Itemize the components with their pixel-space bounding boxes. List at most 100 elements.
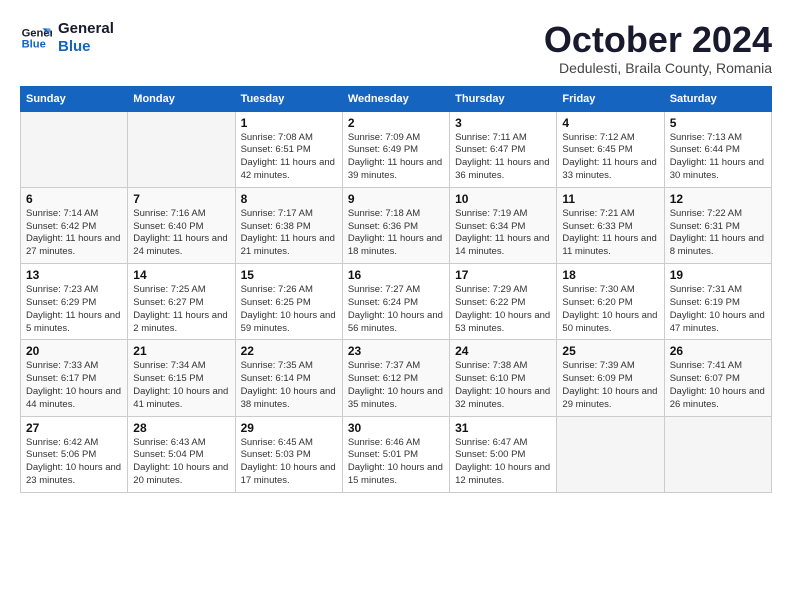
day-info: Sunrise: 7:22 AMSunset: 6:31 PMDaylight:… <box>670 208 766 259</box>
day-number: 17 <box>455 268 551 282</box>
day-info: Sunrise: 7:19 AMSunset: 6:34 PMDaylight:… <box>455 208 551 259</box>
day-cell: 3 Sunrise: 7:11 AMSunset: 6:47 PMDaylight… <box>450 111 557 187</box>
day-info: Sunrise: 7:11 AMSunset: 6:47 PMDaylight:… <box>455 132 551 183</box>
day-number: 28 <box>133 421 229 435</box>
day-info: Sunrise: 7:17 AMSunset: 6:38 PMDaylight:… <box>241 208 337 259</box>
day-info: Sunrise: 7:16 AMSunset: 6:40 PMDaylight:… <box>133 208 229 259</box>
day-number: 15 <box>241 268 337 282</box>
day-number: 13 <box>26 268 122 282</box>
header-friday: Friday <box>557 86 664 111</box>
day-number: 7 <box>133 192 229 206</box>
day-info: Sunrise: 7:41 AMSunset: 6:07 PMDaylight:… <box>670 360 766 411</box>
day-cell: 15 Sunrise: 7:26 AMSunset: 6:25 PMDayligh… <box>235 264 342 340</box>
day-info: Sunrise: 7:13 AMSunset: 6:44 PMDaylight:… <box>670 132 766 183</box>
day-cell: 28 Sunrise: 6:43 AMSunset: 5:04 PMDayligh… <box>128 416 235 492</box>
day-cell: 19 Sunrise: 7:31 AMSunset: 6:19 PMDayligh… <box>664 264 771 340</box>
day-number: 22 <box>241 344 337 358</box>
day-number: 2 <box>348 116 444 130</box>
day-number: 30 <box>348 421 444 435</box>
header-sunday: Sunday <box>21 86 128 111</box>
calendar-table: SundayMondayTuesdayWednesdayThursdayFrid… <box>20 86 772 493</box>
day-number: 10 <box>455 192 551 206</box>
day-info: Sunrise: 7:39 AMSunset: 6:09 PMDaylight:… <box>562 360 658 411</box>
title-block: October 2024 Dedulesti, Braila County, R… <box>544 20 772 76</box>
day-info: Sunrise: 7:37 AMSunset: 6:12 PMDaylight:… <box>348 360 444 411</box>
day-number: 20 <box>26 344 122 358</box>
week-row-5: 27 Sunrise: 6:42 AMSunset: 5:06 PMDayligh… <box>21 416 772 492</box>
day-cell: 17 Sunrise: 7:29 AMSunset: 6:22 PMDayligh… <box>450 264 557 340</box>
day-info: Sunrise: 7:26 AMSunset: 6:25 PMDaylight:… <box>241 284 337 335</box>
day-info: Sunrise: 7:08 AMSunset: 6:51 PMDaylight:… <box>241 132 337 183</box>
day-number: 3 <box>455 116 551 130</box>
day-cell <box>21 111 128 187</box>
day-info: Sunrise: 7:18 AMSunset: 6:36 PMDaylight:… <box>348 208 444 259</box>
day-info: Sunrise: 7:25 AMSunset: 6:27 PMDaylight:… <box>133 284 229 335</box>
day-cell: 20 Sunrise: 7:33 AMSunset: 6:17 PMDayligh… <box>21 340 128 416</box>
day-cell: 1 Sunrise: 7:08 AMSunset: 6:51 PMDaylight… <box>235 111 342 187</box>
day-info: Sunrise: 6:47 AMSunset: 5:00 PMDaylight:… <box>455 437 551 488</box>
day-info: Sunrise: 7:21 AMSunset: 6:33 PMDaylight:… <box>562 208 658 259</box>
day-number: 21 <box>133 344 229 358</box>
header-monday: Monday <box>128 86 235 111</box>
day-cell: 11 Sunrise: 7:21 AMSunset: 6:33 PMDayligh… <box>557 187 664 263</box>
logo: General Blue General Blue <box>20 20 114 56</box>
day-number: 27 <box>26 421 122 435</box>
day-number: 24 <box>455 344 551 358</box>
day-cell: 9 Sunrise: 7:18 AMSunset: 6:36 PMDaylight… <box>342 187 449 263</box>
day-number: 5 <box>670 116 766 130</box>
day-number: 6 <box>26 192 122 206</box>
day-info: Sunrise: 7:29 AMSunset: 6:22 PMDaylight:… <box>455 284 551 335</box>
header-wednesday: Wednesday <box>342 86 449 111</box>
day-cell <box>557 416 664 492</box>
day-cell: 22 Sunrise: 7:35 AMSunset: 6:14 PMDayligh… <box>235 340 342 416</box>
day-info: Sunrise: 7:31 AMSunset: 6:19 PMDaylight:… <box>670 284 766 335</box>
day-cell <box>128 111 235 187</box>
day-info: Sunrise: 6:43 AMSunset: 5:04 PMDaylight:… <box>133 437 229 488</box>
day-cell: 27 Sunrise: 6:42 AMSunset: 5:06 PMDayligh… <box>21 416 128 492</box>
day-number: 14 <box>133 268 229 282</box>
day-number: 8 <box>241 192 337 206</box>
day-cell: 12 Sunrise: 7:22 AMSunset: 6:31 PMDayligh… <box>664 187 771 263</box>
day-number: 18 <box>562 268 658 282</box>
day-cell: 4 Sunrise: 7:12 AMSunset: 6:45 PMDaylight… <box>557 111 664 187</box>
location: Dedulesti, Braila County, Romania <box>544 60 772 76</box>
day-info: Sunrise: 6:42 AMSunset: 5:06 PMDaylight:… <box>26 437 122 488</box>
day-info: Sunrise: 7:33 AMSunset: 6:17 PMDaylight:… <box>26 360 122 411</box>
day-cell: 14 Sunrise: 7:25 AMSunset: 6:27 PMDayligh… <box>128 264 235 340</box>
day-info: Sunrise: 7:23 AMSunset: 6:29 PMDaylight:… <box>26 284 122 335</box>
day-cell: 8 Sunrise: 7:17 AMSunset: 6:38 PMDaylight… <box>235 187 342 263</box>
day-number: 26 <box>670 344 766 358</box>
day-info: Sunrise: 7:38 AMSunset: 6:10 PMDaylight:… <box>455 360 551 411</box>
day-cell: 23 Sunrise: 7:37 AMSunset: 6:12 PMDayligh… <box>342 340 449 416</box>
day-info: Sunrise: 7:35 AMSunset: 6:14 PMDaylight:… <box>241 360 337 411</box>
day-cell: 25 Sunrise: 7:39 AMSunset: 6:09 PMDayligh… <box>557 340 664 416</box>
day-cell: 18Sunrise: 7:30 AMSunset: 6:20 PMDayligh… <box>557 264 664 340</box>
logo-line2: Blue <box>58 38 114 56</box>
week-row-3: 13 Sunrise: 7:23 AMSunset: 6:29 PMDayligh… <box>21 264 772 340</box>
day-number: 25 <box>562 344 658 358</box>
day-number: 23 <box>348 344 444 358</box>
day-number: 11 <box>562 192 658 206</box>
day-info: Sunrise: 7:09 AMSunset: 6:49 PMDaylight:… <box>348 132 444 183</box>
day-number: 9 <box>348 192 444 206</box>
week-row-1: 1 Sunrise: 7:08 AMSunset: 6:51 PMDaylight… <box>21 111 772 187</box>
day-cell: 26 Sunrise: 7:41 AMSunset: 6:07 PMDayligh… <box>664 340 771 416</box>
month-title: October 2024 <box>544 20 772 60</box>
header-thursday: Thursday <box>450 86 557 111</box>
day-cell: 16Sunrise: 7:27 AMSunset: 6:24 PMDayligh… <box>342 264 449 340</box>
day-info: Sunrise: 7:34 AMSunset: 6:15 PMDaylight:… <box>133 360 229 411</box>
day-info: Sunrise: 7:12 AMSunset: 6:45 PMDaylight:… <box>562 132 658 183</box>
header-tuesday: Tuesday <box>235 86 342 111</box>
day-cell: 13 Sunrise: 7:23 AMSunset: 6:29 PMDayligh… <box>21 264 128 340</box>
day-number: 19 <box>670 268 766 282</box>
day-number: 16 <box>348 268 444 282</box>
page-header: General Blue General Blue October 2024 D… <box>20 20 772 76</box>
day-number: 31 <box>455 421 551 435</box>
day-number: 1 <box>241 116 337 130</box>
day-info: Sunrise: 7:14 AMSunset: 6:42 PMDaylight:… <box>26 208 122 259</box>
day-number: 4 <box>562 116 658 130</box>
day-cell: 21 Sunrise: 7:34 AMSunset: 6:15 PMDayligh… <box>128 340 235 416</box>
day-number: 12 <box>670 192 766 206</box>
day-cell: 29Sunrise: 6:45 AMSunset: 5:03 PMDayligh… <box>235 416 342 492</box>
day-info: Sunrise: 6:45 AMSunset: 5:03 PMDaylight:… <box>241 437 337 488</box>
